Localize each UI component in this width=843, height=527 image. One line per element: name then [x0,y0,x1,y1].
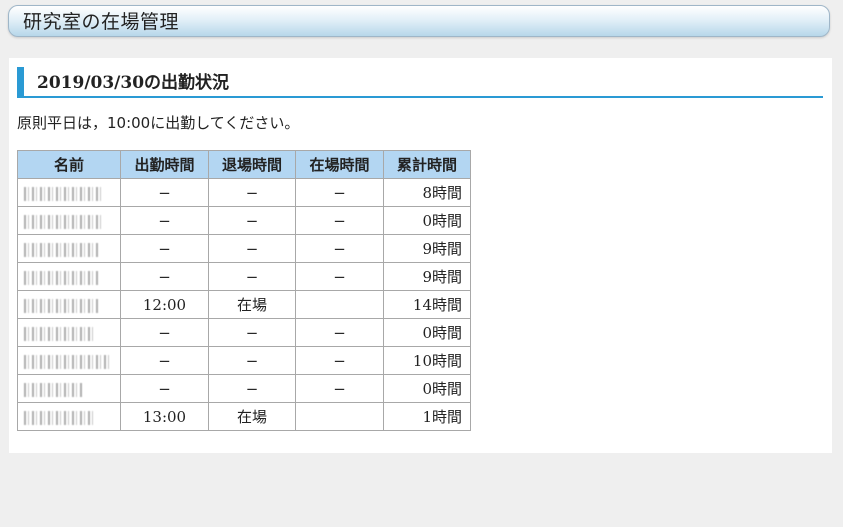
stay-cell: − [295,374,384,403]
redacted-name [24,298,98,313]
name-cell [17,206,121,235]
column-header-check-in: 出勤時間 [120,150,209,179]
name-cell [17,178,121,207]
total-cell: 1時間 [383,402,471,431]
redacted-name [24,214,104,229]
column-header-check-out: 退場時間 [208,150,296,179]
redacted-name [24,326,94,341]
name-cell [17,262,121,291]
stay-cell [295,290,384,319]
table-row: − − − 0時間 [17,374,471,403]
check-out-cell: − [208,178,296,207]
total-cell: 0時間 [383,318,471,347]
check-out-cell: − [208,318,296,347]
table-row: − − − 10時間 [17,346,471,375]
total-cell: 14時間 [383,290,471,319]
attendance-table: 名前 出勤時間 退場時間 在場時間 累計時間 − − − 8時間 − − − 0… [17,150,471,431]
check-in-cell: 13:00 [120,402,209,431]
main-panel: 2019/03/30の出勤状況 原則平日は，10:00に出勤してください。 名前… [9,58,832,453]
redacted-name [24,186,102,201]
table-row: − − − 0時間 [17,206,471,235]
stay-cell: − [295,206,384,235]
check-in-cell: − [120,318,209,347]
total-cell: 8時間 [383,178,471,207]
section-heading-text: 2019/03/30の出勤状況 [37,73,230,93]
check-out-cell: 在場 [208,290,296,319]
check-in-cell: − [120,234,209,263]
redacted-name [24,354,110,369]
check-in-cell: − [120,262,209,291]
name-cell [17,374,121,403]
stay-cell: − [295,234,384,263]
redacted-name [24,270,98,285]
check-out-cell: − [208,346,296,375]
check-out-cell: − [208,206,296,235]
check-out-cell: − [208,262,296,291]
check-in-cell: − [120,178,209,207]
name-cell [17,346,121,375]
name-cell [17,318,121,347]
column-header-stay: 在場時間 [295,150,384,179]
name-cell [17,402,121,431]
total-cell: 9時間 [383,234,471,263]
total-cell: 0時間 [383,374,471,403]
stay-cell [295,402,384,431]
page-title: 研究室の在場管理 [23,11,180,33]
redacted-name [24,410,96,425]
stay-cell: − [295,318,384,347]
check-in-cell: − [120,346,209,375]
check-in-cell: 12:00 [120,290,209,319]
check-out-cell: − [208,234,296,263]
name-cell [17,290,121,319]
table-row: − − − 9時間 [17,262,471,291]
stay-cell: − [295,262,384,291]
table-header-row: 名前 出勤時間 退場時間 在場時間 累計時間 [17,150,471,179]
column-header-total: 累計時間 [383,150,471,179]
check-in-cell: − [120,374,209,403]
stay-cell: − [295,178,384,207]
redacted-name [24,382,84,397]
redacted-name [24,242,100,257]
table-row: 12:00 在場 14時間 [17,290,471,319]
column-header-name: 名前 [17,150,121,179]
check-out-cell: − [208,374,296,403]
header-banner: 研究室の在場管理 [8,5,830,37]
table-row: − − − 0時間 [17,318,471,347]
total-cell: 0時間 [383,206,471,235]
stay-cell: − [295,346,384,375]
total-cell: 9時間 [383,262,471,291]
table-row: − − − 9時間 [17,234,471,263]
notice-text: 原則平日は，10:00に出勤してください。 [17,114,300,132]
total-cell: 10時間 [383,346,471,375]
check-out-cell: 在場 [208,402,296,431]
check-in-cell: − [120,206,209,235]
table-row: − − − 8時間 [17,178,471,207]
table-row: 13:00 在場 1時間 [17,402,471,431]
name-cell [17,234,121,263]
section-heading: 2019/03/30の出勤状況 [17,67,823,98]
